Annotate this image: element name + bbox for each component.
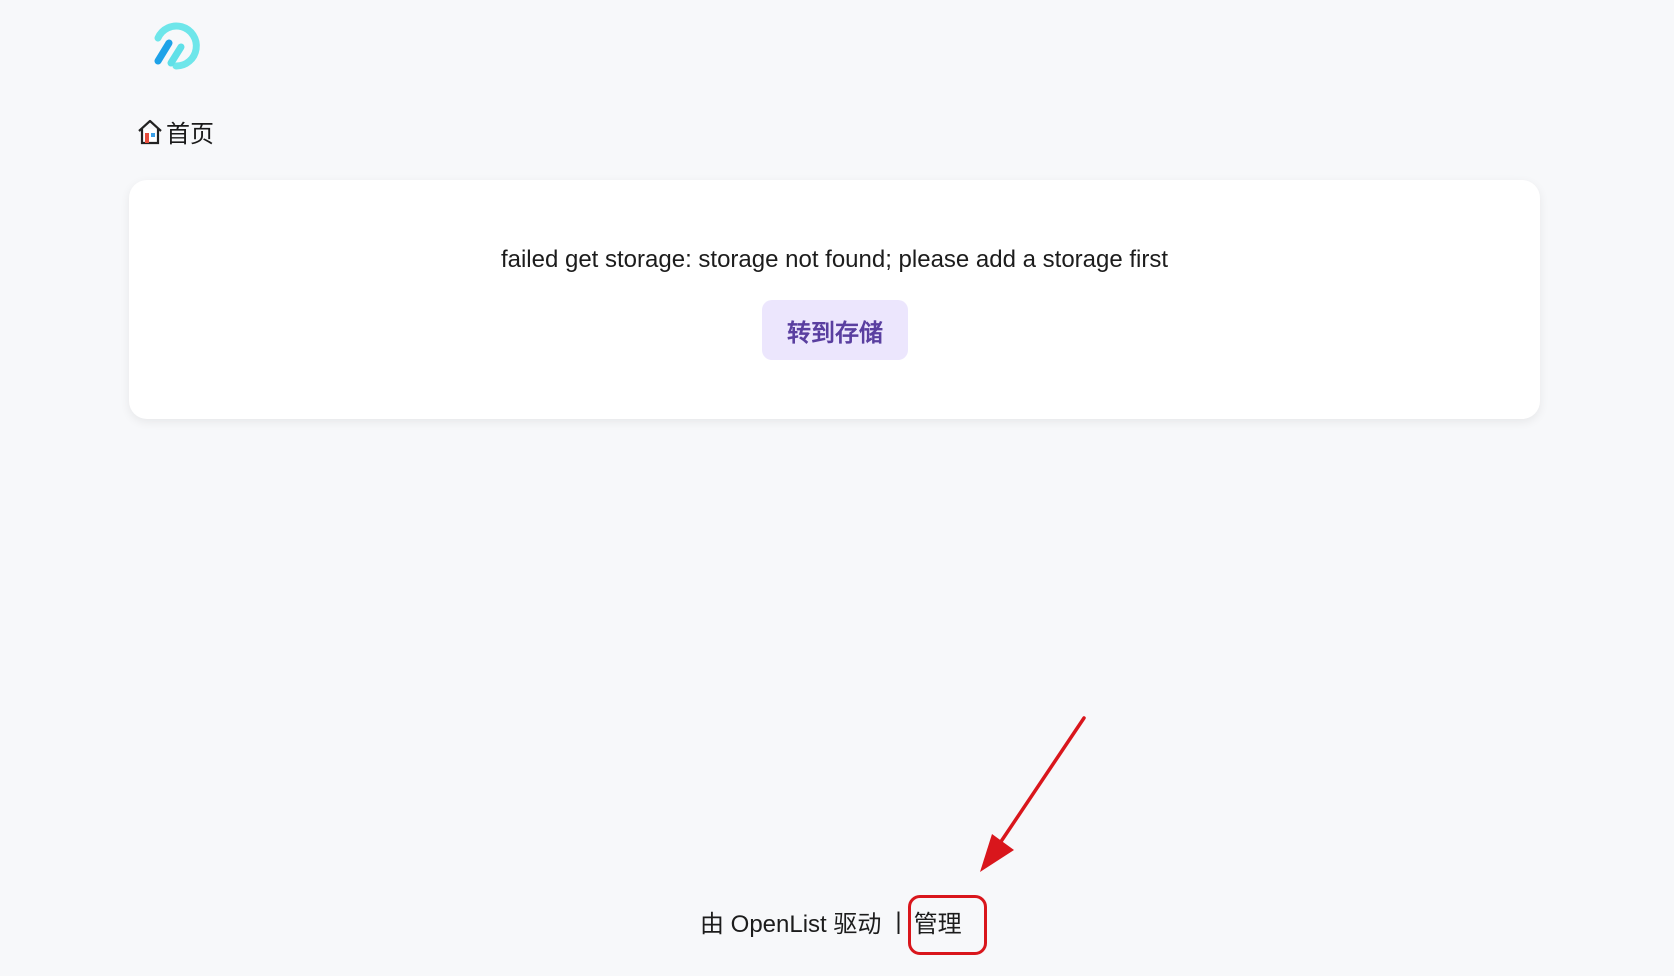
manage-highlight-box <box>908 895 987 955</box>
red-arrow-icon <box>970 710 1090 880</box>
error-card: failed get storage: storage not found; p… <box>129 180 1540 419</box>
error-message: failed get storage: storage not found; p… <box>500 246 1169 273</box>
powered-by-text: 由 OpenList 驱动 <box>700 911 882 938</box>
footer-separator: | <box>895 907 902 935</box>
goto-storage-button[interactable]: 转到存储 <box>762 300 908 360</box>
openlist-logo-icon[interactable] <box>144 16 204 76</box>
home-icon <box>136 118 164 146</box>
page: 首页 failed get storage: storage not found… <box>0 0 1674 976</box>
breadcrumb-label: 首页 <box>166 121 214 148</box>
breadcrumb-home[interactable]: 首页 <box>136 114 214 149</box>
